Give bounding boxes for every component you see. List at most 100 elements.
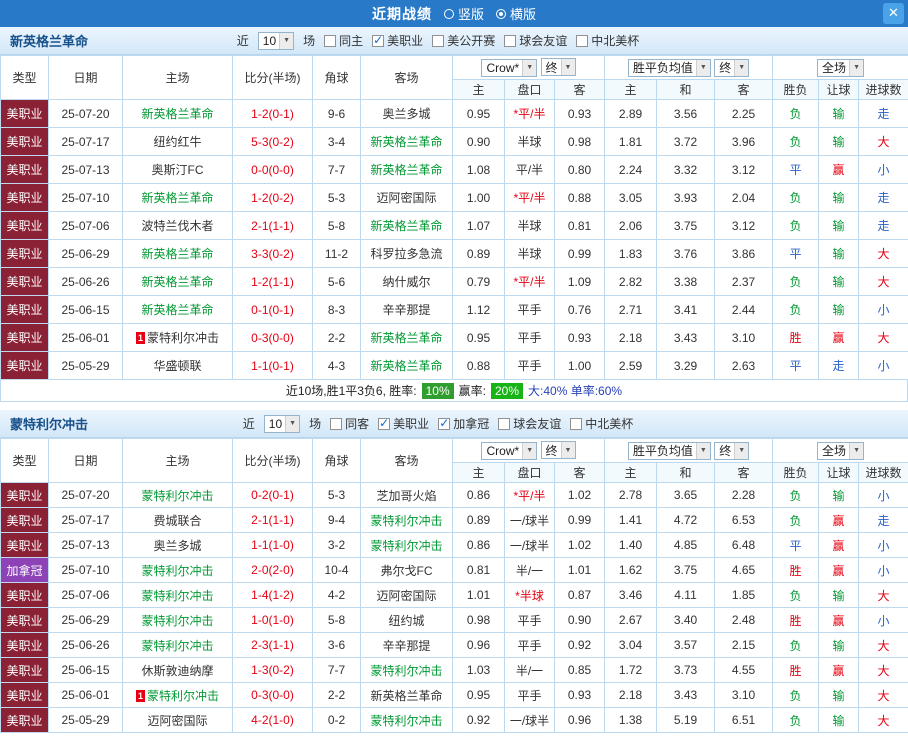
layout-radio-vertical[interactable]: 竖版 [443,4,484,23]
score: 1-1(1-0) [232,532,313,558]
win-rate-badge: 10% [421,382,454,399]
avg-odds-select[interactable]: 胜平负均值 ▼ [627,58,711,77]
sub-column-header: 胜负 [772,79,820,100]
odds-time-select-value: 终 [545,443,558,458]
result-outcome: 负 [772,295,820,324]
avg-away-odds: 1.85 [714,582,774,608]
avg-time-select-value: 终 [719,444,732,458]
column-header: 比分(半场) [232,438,313,483]
avg-odds-select[interactable]: 胜平负均值 ▼ [627,441,711,460]
away-team: 奥兰多城 [360,99,453,128]
checkbox-label: 美职业 [393,417,430,431]
result-goals: 大 [858,127,908,156]
result-outcome: 负 [772,682,820,708]
avg-time-select[interactable]: 终 ▼ [714,58,750,77]
chevron-down-icon: ▼ [849,442,864,459]
filter-checkbox-2-3[interactable]: 加拿冠 [438,415,489,432]
filter-checkbox-2-4[interactable]: 球会友谊 [498,415,561,432]
result-outcome: 负 [772,482,820,508]
close-button[interactable]: ✕ [883,3,904,24]
result-outcome: 负 [772,632,820,658]
match-date: 25-07-17 [48,127,123,156]
layout-radio-horizontal[interactable]: 横版 [496,4,536,23]
handicap: 平/半 [504,155,555,184]
home-team: 蒙特利尔冲击 [122,632,233,658]
chevron-down-icon: ▼ [522,59,537,76]
table-row: 美职业 25-07-17 费城联合 2-1(1-1) 9-4 蒙特利尔冲击 0.89 一/球半… [0,507,908,533]
score: 0-3(0-0) [232,682,313,708]
scope-select[interactable]: 全场 ▼ [817,58,865,77]
handicap: *平/半 [504,99,555,128]
matches-label: 场 [309,417,322,431]
column-header: 类型 [0,55,49,100]
corners: 5-8 [312,211,361,240]
score: 3-3(0-2) [232,239,313,268]
avg-home-odds: 1.40 [604,532,658,558]
match-count-select[interactable]: 10 ▼ [257,31,295,50]
away-team: 蒙特利尔冲击 [360,657,453,683]
odds-provider-select-value: Crow* [486,443,520,458]
away-team-name: 新英格兰革命 [370,331,443,345]
score: 1-3(0-2) [232,657,313,683]
home-team-name: 休斯敦迪纳摩 [141,663,214,678]
odds-home: 0.92 [452,707,505,733]
filter-checkbox-2-1[interactable]: 同客 [330,415,369,432]
result-outcome: 负 [772,127,820,156]
odds-provider-select[interactable]: Crow* ▼ [481,58,538,77]
league-badge: 美职业 [0,607,49,633]
section-header-1: 新英格兰革命 近 10▼ 场 同主 美职业 美公开赛 球会友谊 中北美杯 [0,27,908,55]
avg-draw-odds: 3.56 [656,99,716,128]
checkbox-icon [324,34,337,47]
home-team-name: 新英格兰革命 [141,247,214,261]
filter-checkbox-2-2[interactable]: 美职业 [378,415,429,432]
result-goals: 小 [858,482,908,508]
odds-provider-select[interactable]: Crow* ▼ [481,441,538,460]
odds-away: 0.93 [553,323,606,352]
avg-home-odds: 2.18 [604,682,658,708]
column-header: 角球 [312,55,361,100]
chevron-down-icon: ▼ [560,442,575,459]
result-outcome: 胜 [772,323,820,352]
avg-home-odds: 1.62 [604,557,658,583]
away-team: 辛辛那提 [360,295,453,324]
checkbox-icon [570,417,583,430]
filter-checkbox-2-5[interactable]: 中北美杯 [570,415,633,432]
match-date: 25-06-01 [48,682,123,708]
recent-results-popup: 近期战绩 竖版 横版 ✕ 新英格兰革命近10▼场同主美职业美公开赛球会友谊中北美… [0,0,908,752]
odds-home: 0.95 [452,99,505,128]
handicap-win-rate-badge: 20% [491,382,524,399]
match-date: 25-06-01 [48,323,123,352]
odds-away: 1.01 [553,557,606,583]
league-badge: 美职业 [0,211,49,240]
filter-checkbox-1-2[interactable]: 美职业 [372,32,423,49]
scope-select[interactable]: 全场 ▼ [817,441,865,460]
odds-time-select[interactable]: 终 ▼ [540,58,576,77]
away-team: 新英格兰革命 [360,127,453,156]
avg-away-odds: 2.37 [714,267,774,296]
result-outcome: 负 [772,582,820,608]
match-date: 25-07-10 [48,557,123,583]
avg-home-odds: 1.83 [604,239,658,268]
odds-time-select[interactable]: 终 ▼ [540,441,576,460]
avg-draw-odds: 3.43 [656,323,716,352]
league-badge: 美职业 [0,707,49,733]
match-date: 25-07-20 [48,99,123,128]
league-badge: 美职业 [0,657,49,683]
filter-checkbox-1-5[interactable]: 中北美杯 [576,32,639,49]
sub-column-header: 主 [604,79,658,100]
checkbox-checked-icon [438,416,451,430]
league-badge: 美职业 [0,239,49,268]
filter-checkbox-1-4[interactable]: 球会友谊 [504,32,567,49]
filter-checkbox-1-1[interactable]: 同主 [324,32,363,49]
league-badge: 美职业 [0,99,49,128]
league-badge: 美职业 [0,295,49,324]
result-handicap: 赢 [818,557,860,583]
table-row: 美职业 25-07-13 奥斯汀FC 0-0(0-0) 7-7 新英格兰革命 1.08 平/半… [0,155,908,184]
filter-checkbox-1-3[interactable]: 美公开赛 [432,32,495,49]
match-count-select[interactable]: 10 ▼ [263,414,301,433]
home-team: 蒙特利尔冲击 [122,582,233,608]
home-team: 新英格兰革命 [122,183,233,212]
odds-away: 0.80 [553,155,606,184]
avg-time-select[interactable]: 终 ▼ [714,441,750,460]
away-team: 蒙特利尔冲击 [360,707,453,733]
